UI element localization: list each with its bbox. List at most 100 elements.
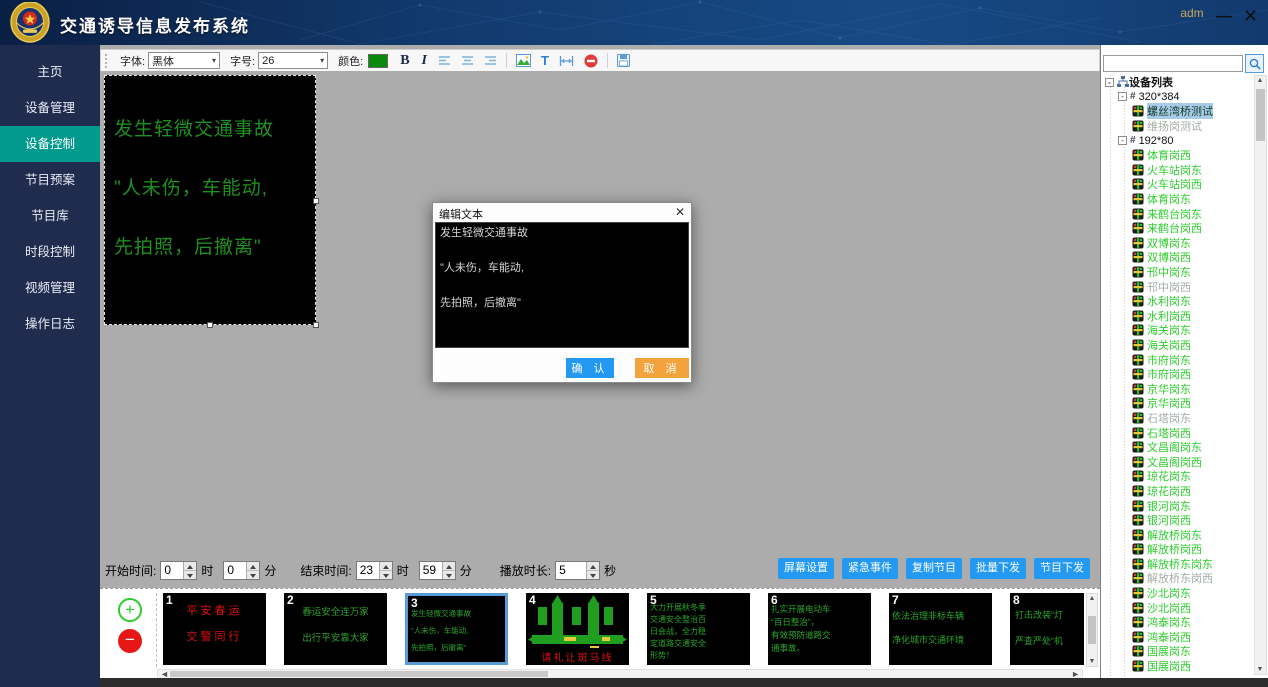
tree-device[interactable]: 石塔岗东 xyxy=(1101,411,1253,426)
save-icon[interactable] xyxy=(617,54,630,67)
tree-device[interactable]: 邗中岗东 xyxy=(1101,265,1253,280)
sidebar-item-8[interactable]: 操作日志 xyxy=(0,306,100,342)
program-thumbnail-8[interactable]: 8打击改装“灯 严查严处“机 xyxy=(1010,593,1084,665)
scroll-up-icon[interactable]: ▲ xyxy=(1087,595,1097,602)
tree-device[interactable]: 体育岗东 xyxy=(1101,192,1253,207)
logged-in-user[interactable]: adm xyxy=(1172,6,1212,20)
tree-device[interactable]: 沙北岗东 xyxy=(1101,586,1253,601)
scrollbar-thumb[interactable] xyxy=(1256,89,1265,141)
tree-device[interactable]: 来鹤台岗东 xyxy=(1101,206,1253,221)
sidebar-item-6[interactable]: 时段控制 xyxy=(0,234,100,270)
resize-handle-right[interactable] xyxy=(313,198,319,204)
align-left-icon[interactable] xyxy=(438,55,451,66)
tree-device[interactable]: 维扬岗测试 xyxy=(1101,119,1253,134)
color-swatch[interactable] xyxy=(368,54,388,68)
led-preview-region[interactable]: 发生轻微交通事故 "人未伤，车能动, 先拍照，后撤离" xyxy=(104,75,316,325)
sidebar-item-7[interactable]: 视频管理 xyxy=(0,270,100,306)
resize-handle-bottom[interactable] xyxy=(207,322,213,328)
collapse-icon[interactable]: - xyxy=(1118,92,1127,101)
start-minute-stepper[interactable]: 0 xyxy=(223,561,260,580)
action-button-4[interactable]: 批量下发 xyxy=(970,558,1026,579)
align-center-icon[interactable] xyxy=(461,55,474,66)
tree-device[interactable]: 银河岗东 xyxy=(1101,498,1253,513)
scroll-up-icon[interactable]: ▲ xyxy=(1255,77,1265,84)
tree-device[interactable]: 解放桥东岗东 xyxy=(1101,557,1253,572)
align-right-icon[interactable] xyxy=(484,55,497,66)
resize-handle-corner[interactable] xyxy=(313,322,319,328)
close-button[interactable]: ✕ xyxy=(1243,6,1258,27)
dialog-textarea[interactable]: 发生轻微交通事故 "人未伤，车能动, 先拍照，后撤离" xyxy=(435,222,689,348)
device-search-input[interactable] xyxy=(1103,55,1243,72)
tree-device[interactable]: 市府岗西 xyxy=(1101,367,1253,382)
tree-device[interactable]: 来鹤台岗西 xyxy=(1101,221,1253,236)
marquee-width-icon[interactable] xyxy=(559,55,574,67)
program-thumbnail-1[interactable]: 1平安春运 交警同行 xyxy=(163,593,266,665)
tree-device[interactable]: 国展岗西 xyxy=(1101,659,1253,674)
minimize-button[interactable]: — xyxy=(1216,8,1232,26)
stepper-buttons[interactable] xyxy=(246,562,259,579)
tree-group-1[interactable]: -#320*384 xyxy=(1101,90,1253,105)
program-thumbnail-6[interactable]: 6扎实开展电动车 “百日整治”， 有效预防道路交 通事故。 xyxy=(768,593,871,665)
search-button[interactable] xyxy=(1245,54,1264,73)
device-tree-scrollbar[interactable]: ▲ ▼ xyxy=(1254,75,1267,675)
text-tool-button[interactable]: T xyxy=(541,53,549,68)
tree-device[interactable]: 解放桥岗西 xyxy=(1101,542,1253,557)
stepper-buttons[interactable] xyxy=(379,562,392,579)
tree-device[interactable]: 火车站岗西 xyxy=(1101,177,1253,192)
scrollbar-thumb[interactable] xyxy=(1088,616,1096,644)
tree-device[interactable]: 市府岗东 xyxy=(1101,352,1253,367)
tree-device[interactable]: 体育岗西 xyxy=(1101,148,1253,163)
program-vertical-scrollbar[interactable]: ▲ ▼ xyxy=(1086,593,1098,667)
tree-device[interactable]: 文昌阁岗东 xyxy=(1101,440,1253,455)
sidebar-item-5[interactable]: 节目库 xyxy=(0,198,100,234)
sidebar-item-3[interactable]: 设备控制 xyxy=(0,126,100,162)
tree-device[interactable]: 京华岗东 xyxy=(1101,381,1253,396)
tree-device[interactable]: 邗中岗西 xyxy=(1101,279,1253,294)
font-size-select[interactable]: 26 ▾ xyxy=(258,52,328,69)
program-thumbnail-5[interactable]: 5大力开展秋冬季 交通安全整治百 日会战，全力稳 定道路交通安全 形势！ xyxy=(647,593,750,665)
scrollbar-thumb[interactable] xyxy=(170,671,548,677)
program-thumbnail-2[interactable]: 2春运安全连万家 出行平安靠大家 xyxy=(284,593,387,665)
tree-device[interactable]: 石塔岗西 xyxy=(1101,425,1253,440)
tree-device[interactable]: 水利岗西 xyxy=(1101,309,1253,324)
end-minute-stepper[interactable]: 59 xyxy=(419,561,456,580)
tree-device[interactable]: 琼花岗西 xyxy=(1101,484,1253,499)
tree-device[interactable]: 解放桥东岗西 xyxy=(1101,571,1253,586)
stepper-buttons[interactable] xyxy=(183,562,196,579)
action-button-1[interactable]: 屏幕设置 xyxy=(778,558,834,579)
tree-device[interactable]: 解放桥岗东 xyxy=(1101,527,1253,542)
scroll-down-icon[interactable]: ▼ xyxy=(1087,658,1097,665)
end-hour-stepper[interactable]: 23 xyxy=(356,561,393,580)
tree-device[interactable]: 螺丝湾桥测试 xyxy=(1101,104,1253,119)
tree-device[interactable]: 文昌阁岗西 xyxy=(1101,454,1253,469)
collapse-icon[interactable]: - xyxy=(1105,78,1114,87)
sidebar-item-2[interactable]: 设备管理 xyxy=(0,90,100,126)
sidebar-item-1[interactable]: 主页 xyxy=(0,54,100,90)
tree-device[interactable]: 国展岗东 xyxy=(1101,644,1253,659)
stepper-buttons[interactable] xyxy=(586,562,599,579)
scroll-down-icon[interactable]: ▼ xyxy=(1255,666,1265,673)
tree-device[interactable]: 琼花岗东 xyxy=(1101,469,1253,484)
tree-device[interactable]: 火车站岗东 xyxy=(1101,163,1253,178)
confirm-button[interactable]: 确 认 xyxy=(566,358,614,378)
tree-device[interactable]: 海关岗东 xyxy=(1101,323,1253,338)
bold-button[interactable]: B xyxy=(400,53,409,69)
tree-device[interactable]: 双博岗东 xyxy=(1101,236,1253,251)
tree-device[interactable]: 海关岗西 xyxy=(1101,338,1253,353)
action-button-5[interactable]: 节目下发 xyxy=(1034,558,1090,579)
font-select[interactable]: 黑体 ▾ xyxy=(148,52,220,69)
program-thumbnail-3[interactable]: 3发生轻微交通事故 "人未伤，车能动, 先拍照，后撤离" xyxy=(405,593,508,665)
start-hour-stepper[interactable]: 0 xyxy=(160,561,197,580)
program-thumbnail-7[interactable]: 7依法治理非标车辆 净化城市交通环境 xyxy=(889,593,992,665)
tree-device[interactable]: 沙北岗西 xyxy=(1101,600,1253,615)
action-button-2[interactable]: 紧急事件 xyxy=(842,558,898,579)
stop-icon[interactable] xyxy=(584,54,598,68)
tree-device[interactable]: 鸿泰岗东 xyxy=(1101,615,1253,630)
tree-device[interactable]: 双博岗西 xyxy=(1101,250,1253,265)
remove-program-button[interactable]: − xyxy=(118,629,142,653)
add-program-button[interactable]: + xyxy=(118,598,142,622)
collapse-icon[interactable]: - xyxy=(1118,136,1127,145)
tree-device[interactable]: 水利岗东 xyxy=(1101,294,1253,309)
tree-group-2[interactable]: -#192*80 xyxy=(1101,133,1253,148)
cancel-button[interactable]: 取 消 xyxy=(635,358,689,378)
